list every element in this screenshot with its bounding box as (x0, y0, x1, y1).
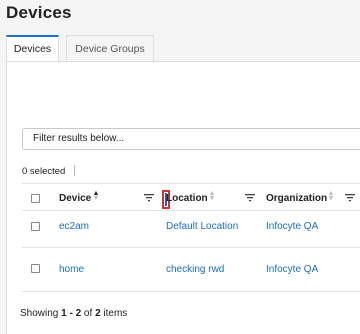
column-header-location[interactable]: Location (166, 193, 208, 204)
devices-panel: Filter results below... 0 selected Devic… (6, 61, 360, 334)
selection-divider (74, 165, 75, 176)
header-top-border (22, 183, 360, 184)
pagination-prefix: Showing (20, 308, 62, 319)
filter-location-icon[interactable] (245, 193, 255, 202)
organization-link[interactable]: Infocyte QA (266, 221, 318, 232)
pagination-range: 1 - 2 (61, 308, 82, 319)
organization-link[interactable]: Infocyte QA (266, 264, 318, 275)
page-title: Devices (6, 3, 72, 22)
column-header-device[interactable]: Device (59, 193, 91, 204)
sort-unsorted-icon[interactable]: ▲ ▼ (208, 190, 216, 202)
row-checkbox[interactable] (31, 264, 40, 273)
row-divider (22, 247, 360, 248)
pagination-summary: Showing 1 - 2 of 2 items (20, 308, 127, 319)
location-link[interactable]: Default Location (166, 221, 238, 232)
tab-device-groups[interactable]: Device Groups (66, 35, 154, 61)
select-all-checkbox[interactable] (31, 194, 40, 203)
device-link[interactable]: ec2am (59, 221, 89, 232)
device-link[interactable]: home (59, 264, 84, 275)
header-bottom-border (22, 210, 360, 211)
location-link[interactable]: checking rwd (166, 264, 224, 275)
column-header-organization[interactable]: Organization (266, 193, 327, 204)
row-checkbox[interactable] (31, 222, 40, 231)
filter-input[interactable]: Filter results below... (22, 128, 360, 150)
sort-unsorted-icon[interactable]: ▲ ▼ (327, 190, 335, 202)
tab-devices[interactable]: Devices (6, 35, 59, 63)
selected-count: 0 selected (22, 166, 66, 177)
filter-device-icon[interactable] (144, 193, 154, 202)
pagination-of: of (81, 308, 96, 319)
sort-ascending-icon[interactable]: ▲ ▼ (92, 190, 100, 202)
row-divider (22, 291, 360, 292)
pagination-suffix: items (100, 308, 128, 319)
tab-bar: Devices Device Groups (6, 35, 360, 63)
filter-organization-icon[interactable] (345, 193, 355, 202)
